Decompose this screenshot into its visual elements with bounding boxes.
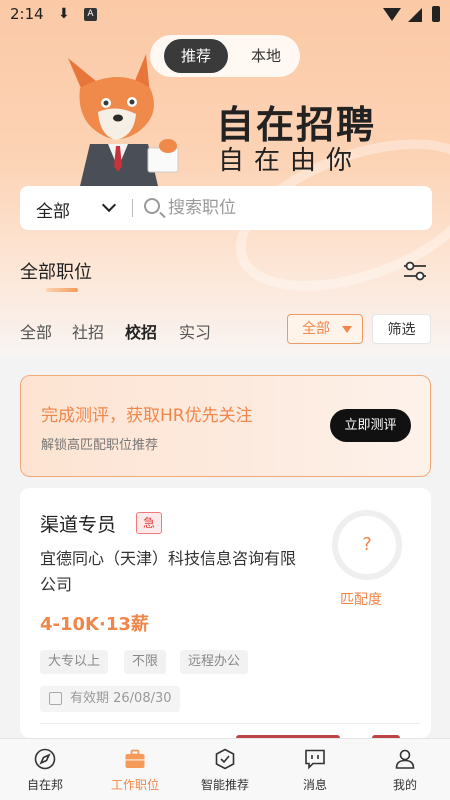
fox-mascot-illustration: [68, 54, 179, 186]
bottom-nav: 自在邦 工作职位 智能推荐 消息 我的: [0, 738, 450, 800]
signal-icon: [408, 8, 422, 22]
search-icon: [144, 198, 160, 214]
message-icon: [305, 749, 325, 770]
slogan-sub: 自在由你: [218, 146, 363, 176]
download-icon: ⬇: [58, 6, 70, 22]
job-card[interactable]: 渠道专员 急 宜德同心（天津）科技信息咨询有限公司 4-10K·13薪 大专以上…: [20, 488, 431, 738]
match-score-ring: ?: [332, 510, 402, 580]
smart-recommend-icon: [215, 748, 235, 770]
caret-down-icon: [342, 326, 352, 333]
toggle-local[interactable]: 本地: [234, 39, 298, 73]
filter-button[interactable]: 筛选: [372, 314, 431, 344]
section-title: 全部职位: [20, 262, 92, 283]
tag-experience: 不限: [124, 650, 167, 674]
urgent-badge: 急: [136, 512, 162, 534]
tab-campus[interactable]: 校招: [125, 319, 157, 343]
validity-text: 有效期 26/08/30: [70, 691, 172, 706]
company-name: 宜德同心（天津）科技信息咨询有限公司: [40, 549, 297, 594]
profile-icon: [395, 749, 415, 769]
match-score-value: ?: [362, 534, 372, 555]
match-label: 匹配度: [340, 592, 382, 608]
job-title: 渠道专员: [40, 514, 117, 536]
nav-item-recommend[interactable]: 智能推荐: [180, 739, 270, 800]
scope-dropdown-value: 全部: [302, 321, 330, 337]
promo-headline: 完成测评，获取HR优先关注: [41, 406, 253, 426]
hero-banner: 2:14 ⬇ A 推荐 本地 自在招聘 自在由你 全部 全部职位: [0, 0, 450, 355]
nav-item-home[interactable]: 自在邦: [0, 739, 90, 800]
compass-icon: [34, 748, 56, 770]
nav-item-profile[interactable]: 我的: [360, 739, 450, 800]
salary: 4-10K·13薪: [40, 614, 149, 635]
validity: 有效期 26/08/30: [40, 686, 180, 712]
chevron-down-icon[interactable]: [101, 197, 117, 213]
nav-label: 工作职位: [110, 778, 159, 792]
tag-education: 大专以上: [40, 650, 109, 674]
section-title-underline: [46, 288, 78, 292]
search-input[interactable]: [168, 194, 418, 222]
status-badge: A: [84, 8, 97, 21]
tab-intern[interactable]: 实习: [179, 319, 211, 343]
promo-subline: 解锁高匹配职位推荐: [41, 438, 159, 453]
search-category[interactable]: 全部: [36, 197, 70, 222]
filter-settings-icon[interactable]: [402, 260, 428, 282]
status-bar: 2:14 ⬇ A: [0, 0, 450, 30]
search-bar: 全部: [20, 186, 432, 230]
tab-social[interactable]: 社招: [72, 319, 104, 343]
card-divider: [40, 723, 420, 724]
wifi-icon: [383, 8, 401, 21]
nav-item-messages[interactable]: 消息: [270, 739, 360, 800]
nav-label: 我的: [392, 778, 417, 792]
search-divider: [132, 199, 133, 217]
start-assessment-button[interactable]: 立即测评: [330, 409, 411, 442]
scope-dropdown[interactable]: 全部: [287, 314, 363, 344]
nav-label: 自在邦: [26, 778, 63, 792]
nav-label: 消息: [302, 778, 327, 792]
tag-work-mode: 远程办公: [180, 650, 249, 674]
nav-label: 智能推荐: [200, 778, 249, 792]
battery-icon: [432, 6, 440, 22]
status-time: 2:14: [10, 5, 44, 23]
tab-all[interactable]: 全部: [20, 319, 52, 343]
calendar-icon: [49, 692, 62, 705]
assessment-banner[interactable]: 完成测评，获取HR优先关注 解锁高匹配职位推荐 立即测评: [20, 375, 431, 477]
nav-item-jobs[interactable]: 工作职位: [90, 739, 180, 800]
briefcase-icon: [125, 749, 145, 768]
